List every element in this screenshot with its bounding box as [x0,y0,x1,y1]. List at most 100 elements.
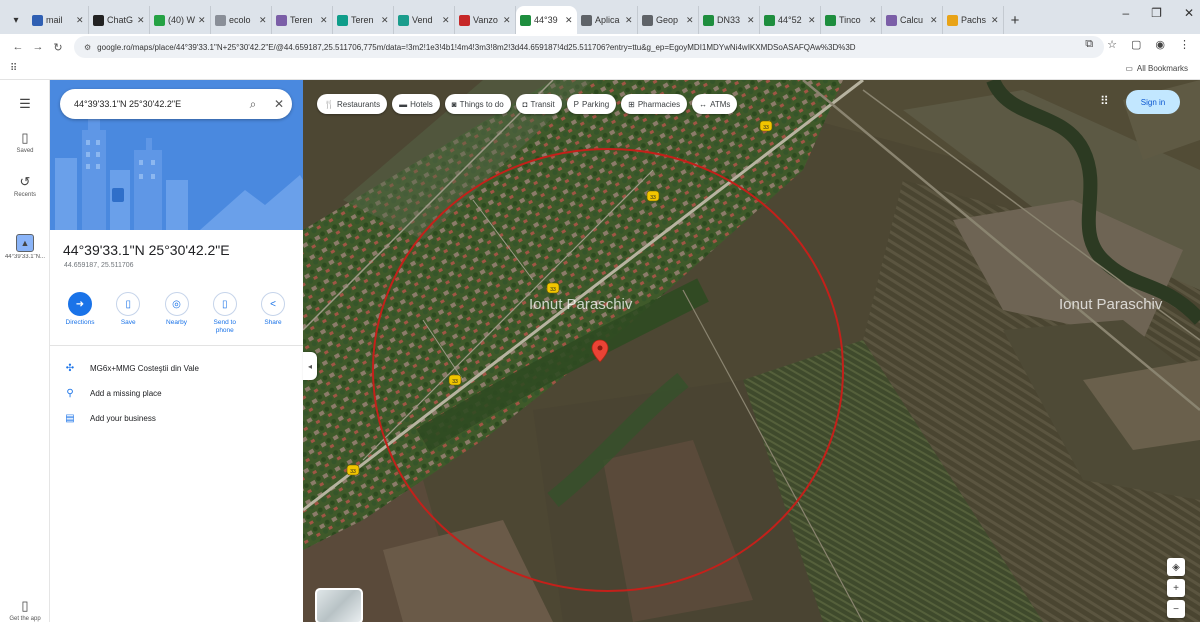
collapse-panel-button[interactable]: ◂ [303,352,317,380]
rail-recents[interactable]: ↺ Recents [0,174,50,198]
rail-get-app[interactable]: ▯ Get the app [0,598,50,622]
browser-tab[interactable]: 44°52 ✕ [760,6,821,34]
apps-grid-icon[interactable]: ⠿ [10,63,17,74]
browser-tab[interactable]: Pachs ✕ [943,6,1004,34]
chip-atms[interactable]: ↔ ATMs [692,94,738,114]
tab-close-icon[interactable]: ✕ [198,15,206,26]
site-info-icon[interactable]: ⚙ [84,43,91,52]
my-location-icon[interactable]: ◈ [1167,558,1185,576]
bookmark-star-icon[interactable]: ☆ [1107,38,1117,51]
chip-parking[interactable]: P Parking [566,94,617,114]
address-bar[interactable]: ⚙ google.ro/maps/place/44°39'33.1"N+25°3… [74,36,1104,58]
tab-close-icon[interactable]: ✕ [808,15,816,26]
tab-close-icon[interactable]: ✕ [930,15,938,26]
search-input[interactable]: 44°39'33.1"N 25°30'42.2"E [74,99,240,109]
all-bookmarks-button[interactable]: ▭ All Bookmarks [1125,64,1188,73]
chip-restaurants[interactable]: 🍴 Restaurants [317,94,388,114]
save-button[interactable]: ▯ Save [108,292,148,335]
place-title: 44°39'33.1"N 25°30'42.2"E [63,242,230,258]
tab-close-icon[interactable]: ✕ [686,15,694,26]
browser-tab[interactable]: (40) W ✕ [150,6,211,34]
sign-in-button[interactable]: Sign in [1126,90,1180,114]
close-icon[interactable]: ✕ [266,97,292,111]
add-business-row[interactable]: ▤ Add your business [64,413,156,424]
directions-button[interactable]: ➜ Directions [60,292,100,335]
tab-title: Vend [412,15,433,25]
browser-tab[interactable]: Tinco ✕ [821,6,882,34]
tab-search-icon[interactable]: ▾ [4,6,28,34]
browser-window: ▾ mail ✕ ChatG ✕ (40) W ✕ ecolo ✕ Teren ✕ Teren ✕ Ve… [0,0,1200,622]
chip-label: Parking [582,99,610,109]
zoom-in-button[interactable]: + [1167,579,1185,597]
tab-close-icon[interactable]: ✕ [747,15,755,26]
back-icon[interactable]: ← [8,41,28,53]
browser-tab[interactable]: Vanzo ✕ [455,6,516,34]
browser-tab[interactable]: Geop ✕ [638,6,699,34]
new-tab-button[interactable]: + [1004,6,1026,34]
profile-icon[interactable]: ◉ [1155,38,1165,51]
rail-saved[interactable]: ▯ Saved [0,130,50,154]
tab-favicon-icon [337,14,348,26]
tab-close-icon[interactable]: ✕ [76,15,84,26]
close-window-icon[interactable]: ✕ [1184,6,1194,20]
restore-icon[interactable]: ❐ [1151,6,1162,20]
zoom-out-button[interactable]: − [1167,600,1185,618]
browser-tab[interactable]: mail ✕ [28,6,89,34]
reload-icon[interactable]: ↻ [48,41,68,54]
extensions-icon[interactable]: ▢ [1131,38,1141,51]
tab-close-icon[interactable]: ✕ [869,15,877,26]
satellite-imagery: 33 33 33 33 33 [303,80,1200,622]
menu-button[interactable]: ☰ [0,96,50,114]
tab-close-icon[interactable]: ✕ [625,15,633,26]
tab-title: Teren [290,15,313,25]
tab-favicon-icon [93,14,104,26]
send-to-phone-button[interactable]: ▯ Send to phone [205,292,245,335]
tab-title: mail [46,15,63,25]
tab-close-icon[interactable]: ✕ [991,15,999,26]
layers-button[interactable] [315,588,363,622]
tab-title: Teren [351,15,374,25]
browser-tab[interactable]: ecolo ✕ [211,6,272,34]
browser-tab[interactable]: Vend ✕ [394,6,455,34]
business-icon: ▤ [65,413,75,424]
tab-close-icon[interactable]: ✕ [320,15,328,26]
browser-tab[interactable]: Teren ✕ [272,6,333,34]
tab-close-icon[interactable]: ✕ [503,15,511,26]
browser-tab[interactable]: Calcu ✕ [882,6,943,34]
plus-code-row[interactable]: ✣ MG6x+MMG Costeştii din Vale [64,363,199,374]
tab-close-icon[interactable]: ✕ [442,15,450,26]
tab-close-icon[interactable]: ✕ [565,15,573,26]
minimize-icon[interactable]: – [1122,6,1129,20]
tab-favicon-icon [825,14,836,26]
chip-pharmacies[interactable]: ⊞ Pharmacies [621,94,688,114]
browser-tab[interactable]: ChatG ✕ [89,6,150,34]
browser-tab[interactable]: Aplica ✕ [577,6,638,34]
rail-recents-label: Recents [13,192,36,198]
tab-favicon-icon [581,14,592,26]
browser-tab[interactable]: 44°39 ✕ [516,6,577,34]
rail-recent-place[interactable]: ▲ 44°39'33.1"N... [0,234,50,260]
search-box[interactable]: 44°39'33.1"N 25°30'42.2"E ⌕ ✕ [60,89,292,119]
chip-hotels[interactable]: ▬ Hotels [392,94,440,114]
tab-favicon-icon [703,14,714,26]
tab-close-icon[interactable]: ✕ [259,15,267,26]
nearby-button[interactable]: ◎ Nearby [157,292,197,335]
menu-icon[interactable]: ⋮ [1179,38,1190,51]
tab-title: DN33 [717,15,741,25]
bookmark-icon: ▯ [116,292,141,316]
install-app-icon[interactable]: ⧉ [1085,38,1093,51]
tab-close-icon[interactable]: ✕ [381,15,389,26]
share-button[interactable]: < Share [253,292,293,335]
browser-tab[interactable]: Teren ✕ [333,6,394,34]
tab-favicon-icon [276,14,287,26]
add-missing-place-row[interactable]: ⚲ Add a missing place [64,388,161,399]
action-buttons: ➜ Directions ▯ Save ◎ Nearby ▯ Send to p… [60,292,293,335]
satellite-map[interactable]: 33 33 33 33 33 🍴 Restaurants ▬ Hotels ◙ Thing… [303,80,1200,622]
forward-icon[interactable]: → [28,41,48,53]
chip-transit[interactable]: ◘ Transit [515,94,562,114]
browser-tab[interactable]: DN33 ✕ [699,6,760,34]
google-apps-icon[interactable]: ⠿ [1100,94,1109,108]
search-icon[interactable]: ⌕ [240,97,266,112]
chip-things-to-do[interactable]: ◙ Things to do [444,94,511,114]
tab-close-icon[interactable]: ✕ [137,15,145,26]
